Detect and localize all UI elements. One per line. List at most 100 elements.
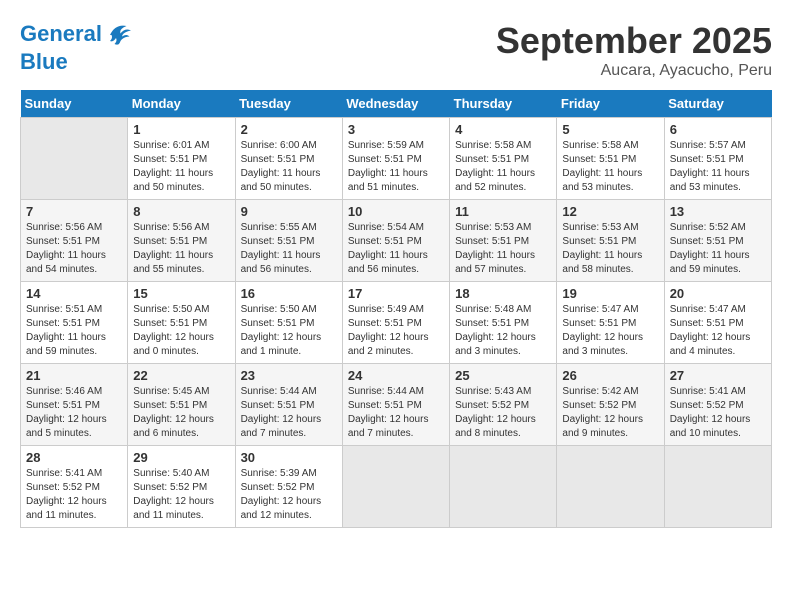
day-number: 18: [455, 286, 551, 301]
calendar-cell: 20 Sunrise: 5:47 AM Sunset: 5:51 PM Dayli…: [664, 282, 771, 364]
calendar-cell: 24Sunrise: 5:44 AM Sunset: 5:51 PM Dayli…: [342, 364, 449, 446]
calendar-cell: 21 Sunrise: 5:46 AM Sunset: 5:51 PM Dayli…: [21, 364, 128, 446]
calendar-cell: 1 Sunrise: 6:01 AM Sunset: 5:51 PM Daylig…: [128, 118, 235, 200]
calendar-cell: [450, 446, 557, 528]
day-info: Sunrise: 5:56 AM Sunset: 5:51 PM Dayligh…: [26, 221, 122, 277]
calendar-cell: 18 Sunrise: 5:48 AM Sunset: 5:51 PM Dayli…: [450, 282, 557, 364]
calendar-cell: 17 Sunrise: 5:49 AM Sunset: 5:51 PM Dayli…: [342, 282, 449, 364]
day-number: 12: [562, 204, 658, 219]
weekday-header-monday: Monday: [128, 90, 235, 118]
day-number: 29: [133, 450, 229, 465]
day-number: 16: [241, 286, 337, 301]
day-number: 28: [26, 450, 122, 465]
day-number: 17: [348, 286, 444, 301]
calendar-cell: 11 Sunrise: 5:53 AM Sunset: 5:51 PM Dayli…: [450, 200, 557, 282]
day-info: Sunrise: 5:41 AM Sunset: 5:52 PM Dayligh…: [26, 467, 122, 523]
week-row-2: 14 Sunrise: 5:51 AM Sunset: 5:51 PM Dayli…: [21, 282, 772, 364]
day-info: Sunrise: 6:00 AM Sunset: 5:51 PM Dayligh…: [241, 139, 337, 195]
day-info: Sunrise: 5:49 AM Sunset: 5:51 PM Dayligh…: [348, 303, 444, 359]
day-info: Sunrise: 5:40 AM Sunset: 5:52 PM Dayligh…: [133, 467, 229, 523]
page-header: General Blue September 2025 Aucara, Ayac…: [20, 20, 772, 80]
day-number: 27: [670, 368, 766, 383]
calendar-cell: 2 Sunrise: 6:00 AM Sunset: 5:51 PM Daylig…: [235, 118, 342, 200]
calendar-cell: 10Sunrise: 5:54 AM Sunset: 5:51 PM Dayli…: [342, 200, 449, 282]
calendar-cell: 27 Sunrise: 5:41 AM Sunset: 5:52 PM Dayli…: [664, 364, 771, 446]
day-number: 6: [670, 122, 766, 137]
calendar-cell: [557, 446, 664, 528]
calendar-cell: [342, 446, 449, 528]
day-number: 25: [455, 368, 551, 383]
calendar-cell: 19Sunrise: 5:47 AM Sunset: 5:51 PM Dayli…: [557, 282, 664, 364]
calendar-cell: [664, 446, 771, 528]
day-info: Sunrise: 5:42 AM Sunset: 5:52 PM Dayligh…: [562, 385, 658, 441]
calendar-table: SundayMondayTuesdayWednesdayThursdayFrid…: [20, 90, 772, 528]
calendar-cell: 30Sunrise: 5:39 AM Sunset: 5:52 PM Dayli…: [235, 446, 342, 528]
day-number: 9: [241, 204, 337, 219]
month-title: September 2025: [496, 20, 772, 62]
week-row-3: 21 Sunrise: 5:46 AM Sunset: 5:51 PM Dayli…: [21, 364, 772, 446]
day-number: 1: [133, 122, 229, 137]
day-info: Sunrise: 5:47 AM Sunset: 5:51 PM Dayligh…: [562, 303, 658, 359]
day-info: Sunrise: 5:58 AM Sunset: 5:51 PM Dayligh…: [562, 139, 658, 195]
calendar-cell: 5 Sunrise: 5:58 AM Sunset: 5:51 PM Daylig…: [557, 118, 664, 200]
calendar-cell: 28 Sunrise: 5:41 AM Sunset: 5:52 PM Dayli…: [21, 446, 128, 528]
day-info: Sunrise: 5:47 AM Sunset: 5:51 PM Dayligh…: [670, 303, 766, 359]
calendar-cell: 14 Sunrise: 5:51 AM Sunset: 5:51 PM Dayli…: [21, 282, 128, 364]
day-info: Sunrise: 5:53 AM Sunset: 5:51 PM Dayligh…: [562, 221, 658, 277]
location: Aucara, Ayacucho, Peru: [496, 62, 772, 80]
calendar-cell: [21, 118, 128, 200]
calendar-cell: 16Sunrise: 5:50 AM Sunset: 5:51 PM Dayli…: [235, 282, 342, 364]
calendar-cell: 4Sunrise: 5:58 AM Sunset: 5:51 PM Daylig…: [450, 118, 557, 200]
day-number: 21: [26, 368, 122, 383]
calendar-cell: 3 Sunrise: 5:59 AM Sunset: 5:51 PM Daylig…: [342, 118, 449, 200]
day-number: 30: [241, 450, 337, 465]
day-info: Sunrise: 5:46 AM Sunset: 5:51 PM Dayligh…: [26, 385, 122, 441]
weekday-header-thursday: Thursday: [450, 90, 557, 118]
day-info: Sunrise: 5:44 AM Sunset: 5:51 PM Dayligh…: [348, 385, 444, 441]
week-row-0: 1 Sunrise: 6:01 AM Sunset: 5:51 PM Daylig…: [21, 118, 772, 200]
day-info: Sunrise: 5:50 AM Sunset: 5:51 PM Dayligh…: [133, 303, 229, 359]
day-number: 11: [455, 204, 551, 219]
weekday-header-saturday: Saturday: [664, 90, 771, 118]
logo: General Blue: [20, 20, 134, 74]
title-block: September 2025 Aucara, Ayacucho, Peru: [496, 20, 772, 80]
day-info: Sunrise: 5:54 AM Sunset: 5:51 PM Dayligh…: [348, 221, 444, 277]
day-number: 14: [26, 286, 122, 301]
day-info: Sunrise: 5:58 AM Sunset: 5:51 PM Dayligh…: [455, 139, 551, 195]
day-info: Sunrise: 5:41 AM Sunset: 5:52 PM Dayligh…: [670, 385, 766, 441]
calendar-cell: 9 Sunrise: 5:55 AM Sunset: 5:51 PM Daylig…: [235, 200, 342, 282]
calendar-cell: 26Sunrise: 5:42 AM Sunset: 5:52 PM Dayli…: [557, 364, 664, 446]
day-info: Sunrise: 5:56 AM Sunset: 5:51 PM Dayligh…: [133, 221, 229, 277]
logo-text: General Blue: [20, 20, 134, 74]
calendar-cell: 15Sunrise: 5:50 AM Sunset: 5:51 PM Dayli…: [128, 282, 235, 364]
calendar-cell: 23Sunrise: 5:44 AM Sunset: 5:51 PM Dayli…: [235, 364, 342, 446]
day-number: 22: [133, 368, 229, 383]
day-info: Sunrise: 5:55 AM Sunset: 5:51 PM Dayligh…: [241, 221, 337, 277]
day-number: 7: [26, 204, 122, 219]
week-row-1: 7 Sunrise: 5:56 AM Sunset: 5:51 PM Daylig…: [21, 200, 772, 282]
day-info: Sunrise: 5:51 AM Sunset: 5:51 PM Dayligh…: [26, 303, 122, 359]
calendar-cell: 12 Sunrise: 5:53 AM Sunset: 5:51 PM Dayli…: [557, 200, 664, 282]
day-number: 2: [241, 122, 337, 137]
day-number: 3: [348, 122, 444, 137]
day-number: 5: [562, 122, 658, 137]
calendar-cell: 22 Sunrise: 5:45 AM Sunset: 5:51 PM Dayli…: [128, 364, 235, 446]
day-info: Sunrise: 5:57 AM Sunset: 5:51 PM Dayligh…: [670, 139, 766, 195]
weekday-header-tuesday: Tuesday: [235, 90, 342, 118]
calendar-cell: 6 Sunrise: 5:57 AM Sunset: 5:51 PM Daylig…: [664, 118, 771, 200]
day-number: 20: [670, 286, 766, 301]
calendar-cell: 25Sunrise: 5:43 AM Sunset: 5:52 PM Dayli…: [450, 364, 557, 446]
calendar-cell: 29 Sunrise: 5:40 AM Sunset: 5:52 PM Dayli…: [128, 446, 235, 528]
day-info: Sunrise: 5:59 AM Sunset: 5:51 PM Dayligh…: [348, 139, 444, 195]
day-info: Sunrise: 5:45 AM Sunset: 5:51 PM Dayligh…: [133, 385, 229, 441]
weekday-header-row: SundayMondayTuesdayWednesdayThursdayFrid…: [21, 90, 772, 118]
day-info: Sunrise: 5:44 AM Sunset: 5:51 PM Dayligh…: [241, 385, 337, 441]
calendar-cell: 8 Sunrise: 5:56 AM Sunset: 5:51 PM Daylig…: [128, 200, 235, 282]
day-number: 8: [133, 204, 229, 219]
day-info: Sunrise: 5:52 AM Sunset: 5:51 PM Dayligh…: [670, 221, 766, 277]
day-info: Sunrise: 5:48 AM Sunset: 5:51 PM Dayligh…: [455, 303, 551, 359]
day-info: Sunrise: 6:01 AM Sunset: 5:51 PM Dayligh…: [133, 139, 229, 195]
week-row-4: 28 Sunrise: 5:41 AM Sunset: 5:52 PM Dayli…: [21, 446, 772, 528]
weekday-header-sunday: Sunday: [21, 90, 128, 118]
day-info: Sunrise: 5:53 AM Sunset: 5:51 PM Dayligh…: [455, 221, 551, 277]
